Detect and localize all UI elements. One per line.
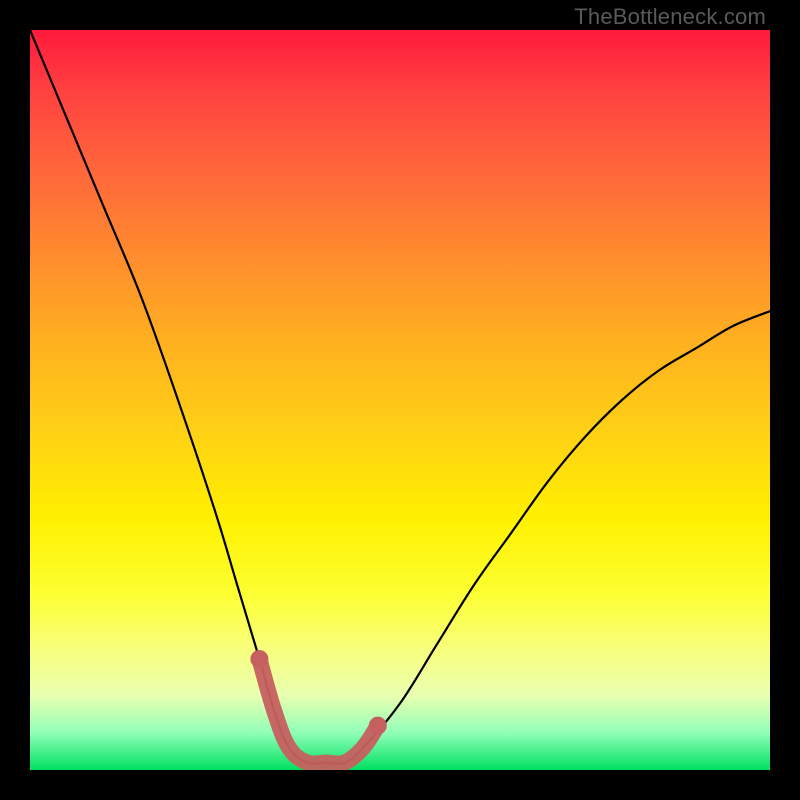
curve-layer (30, 30, 770, 770)
plot-area (30, 30, 770, 770)
highlight-end-dot (369, 717, 387, 735)
chart-frame: TheBottleneck.com (0, 0, 800, 800)
main-curve (30, 30, 770, 764)
highlight-band (259, 659, 377, 764)
watermark-text: TheBottleneck.com (574, 4, 766, 30)
highlight-end-dot (250, 650, 268, 668)
